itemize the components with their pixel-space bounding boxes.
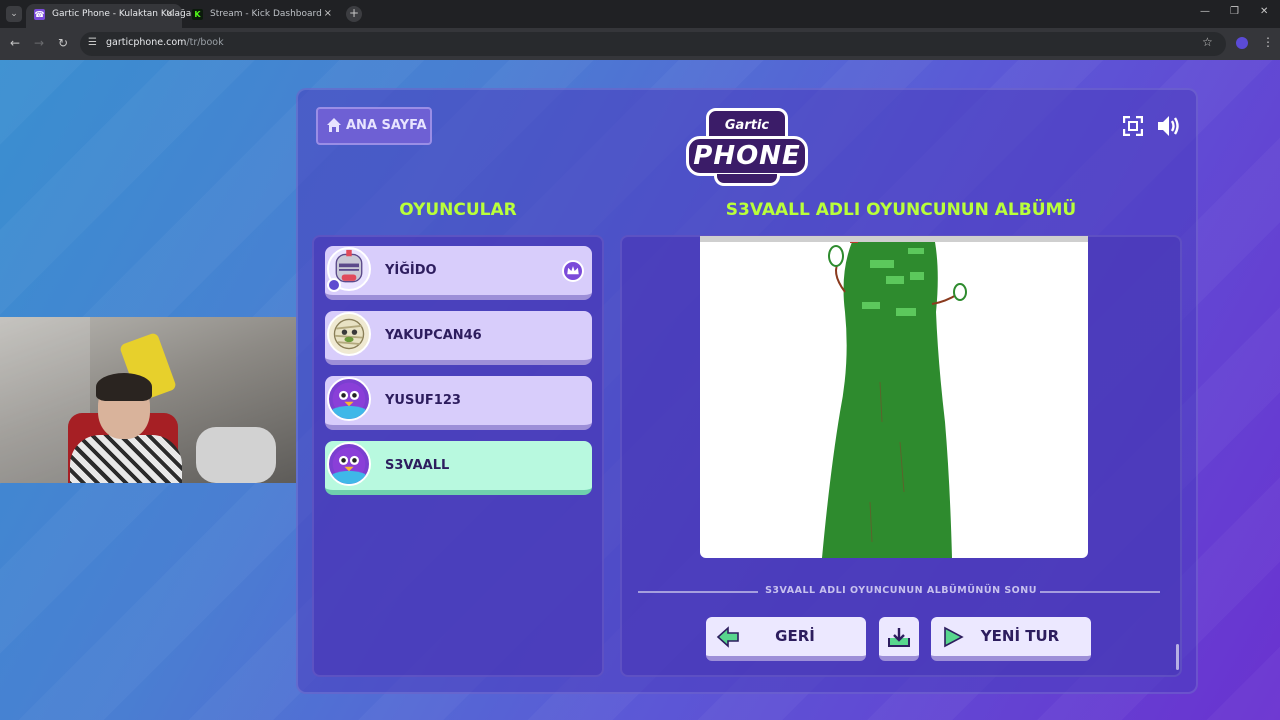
tab-search-chevron-down-icon[interactable]: ⌄ [6,6,22,22]
arrow-left-icon [716,626,739,648]
reload-icon[interactable]: ↻ [58,36,68,50]
more-vertical-icon[interactable]: ⋮ [1262,35,1274,49]
new-round-button-label: YENİ TUR [980,627,1060,645]
browser-address-bar: ← → ↻ ☰ garticphone.com/tr/book [0,28,1280,60]
save-album-button[interactable] [879,617,919,661]
bird-avatar-icon [327,442,371,486]
logo-bottom [714,174,780,186]
volume-icon[interactable] [1156,114,1182,138]
players-title: OYUNCULAR [399,200,517,220]
album-end-text: S3VAALL ADLI OYUNCUNUN ALBÜMÜNÜN SONU [765,585,1037,596]
webcam-person-body [70,435,182,483]
back-button[interactable]: GERİ [706,617,866,661]
album-drawing [700,236,1088,558]
logo-main-text: PHONE [686,136,808,176]
tree-drawing [822,242,967,558]
webcam-overlay [0,317,296,483]
window-close-icon[interactable]: ✕ [1260,6,1268,17]
bird-avatar-icon [327,377,371,421]
owner-user-icon [327,278,341,292]
kick-favicon-icon: K [192,9,203,20]
crown-icon [562,260,584,282]
tab-kick-dashboard[interactable]: K Stream - Kick Dashboard × [184,4,340,28]
maximize-icon[interactable]: ❐ [1230,6,1239,17]
album-title: S3VAALL ADLI OYUNCUNUN ALBÜMÜ [725,200,1077,220]
profile-avatar-icon[interactable] [1236,37,1248,49]
home-button-label: ANA SAYFA [346,118,427,133]
gartic-phone-logo: Gartic PHONE [686,108,808,186]
site-settings-icon[interactable]: ☰ [88,37,97,48]
new-round-button[interactable]: YENİ TUR [931,617,1091,661]
webcam-cushion [196,427,276,483]
back-button-label: GERİ [775,627,815,645]
album-scrollbar[interactable] [1176,644,1179,670]
player-name: YAKUPCAN46 [385,328,482,343]
url-text: garticphone.com/tr/book [106,37,224,48]
download-icon [888,628,910,647]
url-field[interactable]: ☰ garticphone.com/tr/book [80,32,1226,56]
webcam-person-hair [96,373,152,401]
forward-arrow-icon[interactable]: → [34,36,44,50]
mummy-avatar-icon [327,312,371,356]
play-icon [944,626,964,648]
new-tab-plus-icon[interactable]: + [346,6,362,22]
player-name: YİĞİDO [385,263,437,278]
player-card[interactable]: YUSUF123 [325,376,592,430]
gartic-favicon-icon: ☎ [34,9,45,20]
player-card-selected[interactable]: S3VAALL [325,441,592,495]
tab-title: Stream - Kick Dashboard [210,9,322,19]
player-name: YUSUF123 [385,393,461,408]
player-card[interactable]: YİĞİDO [325,246,592,300]
url-path: /tr/book [186,37,224,48]
fullscreen-icon[interactable] [1123,116,1143,136]
close-tab-icon[interactable]: × [324,4,332,24]
minimize-icon[interactable]: — [1200,6,1210,17]
url-domain: garticphone.com [106,37,187,48]
house-icon [327,118,341,132]
back-arrow-icon[interactable]: ← [10,36,20,50]
tab-gartic-phone[interactable]: ☎ Gartic Phone - Kulaktan Kulağa × [26,4,191,28]
home-button[interactable]: ANA SAYFA [316,107,432,145]
player-name: S3VAALL [385,458,450,473]
close-tab-icon[interactable]: × [166,4,174,24]
bookmark-star-icon[interactable]: ☆ [1202,35,1213,49]
player-card[interactable]: YAKUPCAN46 [325,311,592,365]
browser-tab-bar: ⌄ ☎ Gartic Phone - Kulaktan Kulağa × K S… [0,0,1280,28]
